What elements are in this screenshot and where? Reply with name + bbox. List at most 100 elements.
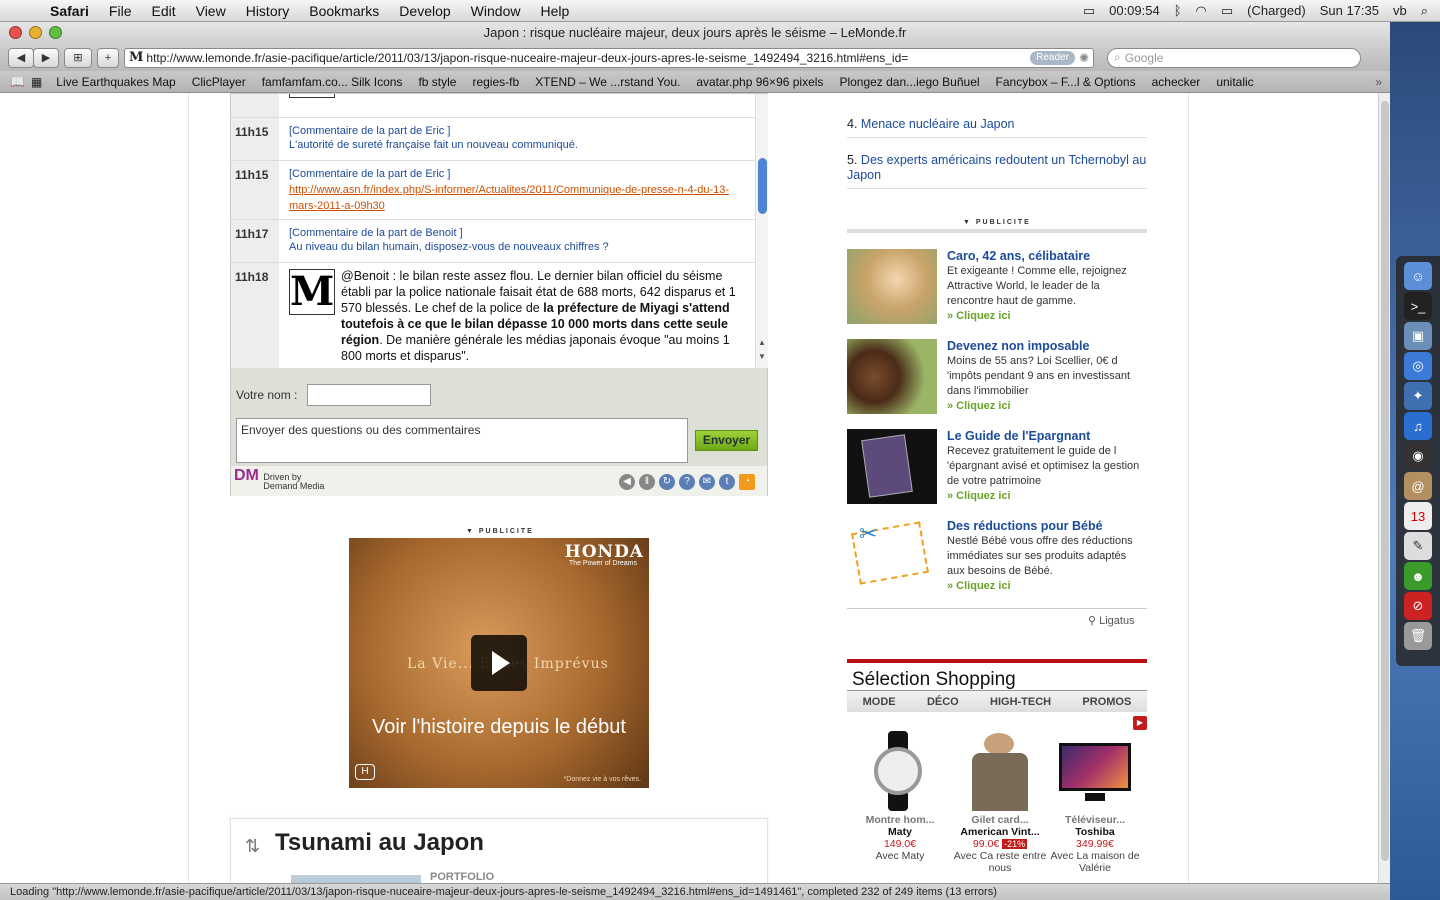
name-input[interactable] [307,384,431,406]
ligatus-link[interactable]: ⚲ Ligatus [1088,614,1135,627]
bookmark-item[interactable]: XTEND – We ...rstand You. [527,75,688,89]
menu-edit[interactable]: Edit [141,3,185,19]
safari-icon[interactable]: ◎ [1404,352,1432,380]
menu-file[interactable]: File [99,3,142,19]
product-card[interactable]: Gilet card... American Vint... 99.0€ -21… [950,731,1050,874]
bookmark-item[interactable]: Fancybox – F...l & Options [988,75,1144,89]
sound-icon[interactable]: ◀ [619,474,635,490]
dvd-icon[interactable]: ◉ [1404,442,1432,470]
feed-scroll-thumb[interactable] [758,158,767,214]
promo-cta[interactable]: » Cliquez ici [947,580,1011,592]
portfolio-tag[interactable]: PORTFOLIO [430,871,494,883]
clock-icon[interactable]: ▭ [1083,3,1095,19]
page-scroll-thumb[interactable] [1381,101,1389,861]
menu-history[interactable]: History [236,3,300,19]
promo-cta[interactable]: » Cliquez ici [947,490,1011,502]
scroll-down-icon[interactable]: ▼ [758,352,766,361]
demand-media-logo[interactable]: DM Driven by Demand Media [234,468,324,491]
promo-cta[interactable]: » Cliquez ici [947,400,1011,412]
pause-icon[interactable]: ‖ [639,474,655,490]
tab-high-tech[interactable]: HIGH-TECH [990,696,1051,708]
product-name[interactable]: Téléviseur... [1045,814,1145,826]
battery-icon[interactable]: ▭ [1221,3,1233,19]
spotlight-icon[interactable]: ⌕ [1421,3,1428,19]
address-bar[interactable]: M http://www.lemonde.fr/asie-pacifique/a… [124,47,1094,68]
new-tab-button[interactable]: + [97,47,119,68]
menu-help[interactable]: Help [530,3,579,19]
reader-button[interactable]: Reader [1030,50,1075,65]
promo-title[interactable]: Des réductions pour Bébé [947,519,1103,533]
bookmark-item[interactable]: ClicPlayer [184,75,254,89]
bookmark-item[interactable]: Live Earthquakes Map [48,75,183,89]
itunes-icon[interactable]: ♫ [1404,412,1432,440]
calendar-icon[interactable]: 13 [1404,502,1432,530]
wifi-icon[interactable]: ◠ [1196,3,1207,19]
network-icon[interactable]: ✦ [1404,382,1432,410]
product-card[interactable]: Téléviseur... Toshiba 349.99€ Avec La ma… [1045,731,1145,874]
comment-textarea[interactable]: Envoyer des questions ou des commentaire… [236,418,688,463]
menu-window[interactable]: Window [461,3,531,19]
live-feed[interactable]: M 11h15 [Commentaire de la part de Eric … [231,94,755,368]
terminal-icon[interactable]: >_ [1404,292,1432,320]
mail-icon[interactable]: @ [1404,472,1432,500]
bookmark-item[interactable]: fb style [410,75,464,89]
portfolio-thumbnail[interactable] [291,875,421,883]
bookmark-item[interactable]: achecker [1144,75,1209,89]
zoom-window-icon[interactable] [49,26,62,39]
bookmark-item[interactable]: Plongez dan...iego Buñuel [831,75,987,89]
menu-bookmarks[interactable]: Bookmarks [299,3,389,19]
blocker-icon[interactable]: ⊘ [1404,592,1432,620]
send-button[interactable]: Envoyer [695,430,758,451]
bookmark-item[interactable]: famfamfam.co... Silk Icons [254,75,411,89]
product-card[interactable]: Montre hom... Maty 149.0€ Avec Maty [850,731,950,862]
close-window-icon[interactable] [9,26,22,39]
preview-icon[interactable]: ▣ [1404,322,1432,350]
feed-scrollbar[interactable]: ▲ ▼ [755,94,768,368]
tab-promos[interactable]: PROMOS [1082,696,1131,708]
twitter-icon[interactable]: t [719,474,735,490]
most-read-item[interactable]: 5. Des experts américains redoutent un T… [847,153,1147,189]
tab-mode[interactable]: MODE [863,696,896,708]
trash-icon[interactable]: 🗑 [1404,622,1432,650]
add-bookmark-button[interactable]: ⊞ [64,47,92,68]
menubar-user[interactable]: vb [1393,3,1407,18]
minimize-window-icon[interactable] [29,26,42,39]
play-icon[interactable] [471,635,527,691]
help-icon[interactable]: ? [679,474,695,490]
ad-cta[interactable]: Voir l'histoire depuis le début [349,716,649,739]
page-scrollbar[interactable] [1378,93,1390,883]
honda-video-ad[interactable]: HONDA The Power of Dreams La Vie... Et s… [349,538,649,788]
search-field[interactable]: ⌕ Google [1107,47,1361,68]
most-read-item[interactable]: 4. Menace nucléaire au Japon [847,117,1147,138]
product-name[interactable]: Montre hom... [850,814,950,826]
bookmark-item[interactable]: avatar.php 96×96 pixels [688,75,831,89]
bookmark-item[interactable]: regies-fb [464,75,527,89]
menu-view[interactable]: View [186,3,236,19]
open-book-icon[interactable]: 📖 [10,75,25,89]
tab-deco[interactable]: DÉCO [927,696,959,708]
refresh-icon[interactable]: ↻ [659,474,675,490]
bookmark-item[interactable]: unitalic [1208,75,1261,89]
bluetooth-icon[interactable]: ᛒ [1174,3,1182,18]
battery-status[interactable]: (Charged) [1247,3,1306,18]
top-sites-icon[interactable]: ▦ [31,75,42,89]
watch-image[interactable] [862,731,938,811]
share-icon[interactable]: ⇅ [245,836,260,857]
guide-photo[interactable] [847,429,937,504]
next-products-icon[interactable]: ▶ [1133,716,1147,730]
promo-title[interactable]: Le Guide de l'Epargnant [947,429,1090,443]
promo-title[interactable]: Devenez non imposable [947,339,1089,353]
textedit-icon[interactable]: ✎ [1404,532,1432,560]
promo-title[interactable]: Caro, 42 ans, célibataire [947,249,1090,263]
chat-icon[interactable]: ✉ [699,474,715,490]
coupon-icon[interactable]: ✂ [847,519,937,594]
tv-image[interactable] [1057,731,1133,811]
menu-safari[interactable]: Safari [40,3,99,19]
woman-photo[interactable] [847,249,937,324]
address-bar-url[interactable]: http://www.lemonde.fr/asie-pacifique/art… [146,51,908,65]
rss-icon[interactable]: ◔ [739,474,755,490]
more-bookmarks-icon[interactable]: » [1375,75,1382,89]
adium-icon[interactable]: ☻ [1404,562,1432,590]
couple-photo[interactable] [847,339,937,414]
back-button[interactable]: ◀ [8,47,34,68]
